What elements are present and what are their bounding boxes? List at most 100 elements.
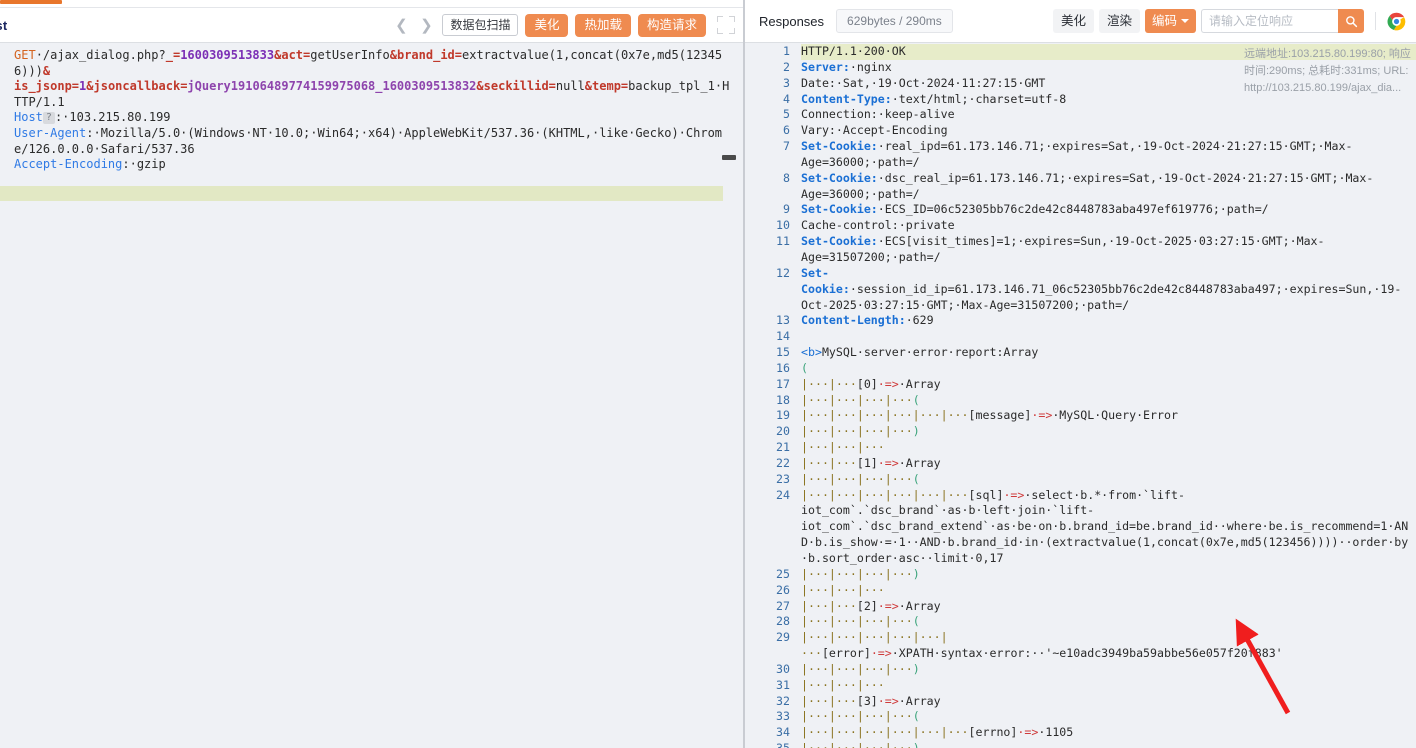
code-token: [1] (856, 455, 878, 470)
line-number: 12 (776, 265, 790, 280)
beautify-button[interactable]: 美化 (525, 13, 569, 37)
param-val-act: getUserInfo (310, 48, 390, 62)
code-token: Set-Cookie: (801, 139, 878, 154)
line-number: 19 (776, 408, 790, 423)
line-content: |···|···|···|···) (801, 424, 1416, 440)
response-lines-container: 1 HTTP/1.1·200·OK 2 Server:·nginx 3 Date:·Sat… (745, 44, 1416, 748)
line-content: Set-Cookie:·session_id_ip=61.173.146.71_… (801, 266, 1416, 314)
response-line: 16 ( (745, 361, 1416, 377)
encoding-dropdown-label: 编码 (1151, 14, 1177, 28)
hot-reload-button[interactable]: 热加载 (575, 13, 631, 37)
response-line: 32 |···|···[3]·=>·Array (745, 694, 1416, 710)
build-request-button[interactable]: 构造请求 (637, 13, 706, 37)
code-token: |···|··· (801, 376, 857, 391)
response-pane-title: Responses (759, 13, 825, 29)
response-render-button[interactable]: 渲染 (1098, 9, 1140, 33)
line-content: Set-Cookie:·real_ipd=61.173.146.71;·expi… (801, 139, 1416, 171)
code-token: |···|···|···|··· (801, 709, 913, 724)
line-number: 25 (776, 566, 790, 581)
response-line: 1 HTTP/1.1·200·OK (745, 44, 1416, 60)
toolbar-divider (1375, 12, 1376, 30)
code-token: ·XPATH·syntax·error:··'~e10adc3949ba59ab… (891, 646, 1283, 661)
active-tab-indicator[interactable] (0, 0, 62, 4)
line-number: 18 (776, 392, 790, 407)
response-line: 26 |···|···|··· (745, 583, 1416, 599)
response-beautify-button[interactable]: 美化 (1052, 9, 1094, 33)
request-highlighted-blank-line (0, 185, 723, 201)
request-line-2: is_jsonp=1&jsoncallback=jQuery1910648977… (0, 79, 745, 110)
code-token: [0] (856, 376, 878, 391)
line-content: |···|···|···|···( (801, 709, 1416, 725)
code-token: ·Array (898, 455, 941, 470)
code-token: Server: (801, 59, 850, 74)
response-line: 15 <b>MySQL·server·error·report:Array (745, 345, 1416, 361)
encoding-dropdown-button[interactable]: 编码 (1144, 9, 1196, 33)
line-content: Set-Cookie:·ECS[visit_times]=1;·expires=… (801, 234, 1416, 266)
code-token: ·=> (877, 693, 899, 708)
code-token: ·ECS_ID=06c52305bb76c2de42c8448783aba497… (877, 202, 1269, 217)
code-token: [message] (968, 408, 1032, 423)
line-number: 23 (776, 471, 790, 486)
response-line: 27 |···|···[2]·=>·Array (745, 599, 1416, 615)
chevron-left-icon[interactable]: ❮ (392, 14, 410, 36)
request-line-host: Host?:·103.215.80.199 (0, 110, 745, 126)
param-key-brandid: brand_id= (396, 48, 462, 62)
response-line: 10 Cache-control:·private (745, 218, 1416, 234)
request-editor[interactable]: GET·/ajax_dialog.php?_=1600309513833 & act… (0, 44, 745, 748)
code-token: Set-Cookie: (801, 234, 878, 249)
line-content: Set-Cookie:·ECS_ID=06c52305bb76c2de42c84… (801, 202, 1416, 218)
code-token: ·629 (905, 313, 934, 328)
response-search-button[interactable] (1338, 9, 1364, 33)
chevron-right-icon[interactable]: ❯ (417, 14, 435, 36)
code-token: ·=> (877, 455, 899, 470)
chrome-browser-icon[interactable] (1387, 12, 1406, 31)
packet-scan-button[interactable]: 数据包扫描 (442, 14, 519, 36)
line-content: Set-Cookie:·dsc_real_ip=61.173.146.71;·e… (801, 171, 1416, 203)
search-icon (1345, 15, 1357, 27)
line-content: Date:·Sat,·19·Oct·2024·11:27:15·GMT (801, 76, 1416, 92)
code-token: ( (912, 471, 920, 486)
response-line: 8 Set-Cookie:·dsc_real_ip=61.173.146.71;·… (745, 171, 1416, 203)
request-scrollbar-thumb[interactable] (722, 155, 736, 160)
request-line-acceptencoding: Accept-Encoding:·gzip (0, 157, 745, 173)
code-token: ) (913, 741, 920, 748)
response-line: 28 |···|···|···|···( (745, 614, 1416, 630)
code-token: [2] (856, 598, 878, 613)
host-help-badge[interactable]: ? (42, 112, 55, 125)
response-line: 14 (745, 329, 1416, 345)
line-number: 11 (776, 234, 790, 249)
code-token: ( (912, 614, 920, 629)
line-number: 34 (776, 725, 790, 740)
header-val-useragent: :·Mozilla/5.0·(Windows·NT·10.0;·Win64;·x… (14, 125, 723, 156)
code-token: ·MySQL·Query·Error (1052, 408, 1178, 423)
code-token: |···|···|···|··· (801, 471, 913, 486)
code-token: ) (912, 661, 920, 676)
line-number: 13 (776, 313, 790, 328)
line-number: 20 (776, 424, 790, 439)
code-token: ·Array (898, 693, 941, 708)
line-content: HTTP/1.1·200·OK (801, 44, 1416, 60)
line-content: Server:·nginx (801, 60, 1416, 76)
response-line: 11 Set-Cookie:·ECS[visit_times]=1;·expire… (745, 234, 1416, 266)
code-token: ·session_id_ip=61.173.146.71_06c52305bb7… (801, 281, 1402, 312)
header-key-host: Host (14, 110, 43, 125)
code-token: Connection:·keep-alive (801, 107, 955, 122)
line-content: Connection:·keep-alive (801, 107, 1416, 123)
http-method: GET (14, 48, 36, 62)
param-key-temp: temp= (592, 79, 629, 94)
code-token: |···|···|···|··· (801, 614, 913, 629)
header-key-useragent: User-Agent (14, 125, 87, 140)
line-content: |···|···|···|···( (801, 472, 1416, 488)
response-line: 6 Vary:·Accept-Encoding (745, 123, 1416, 139)
response-line: 30 |···|···|···|···) (745, 662, 1416, 678)
param-val-seckillid: null (555, 79, 585, 94)
response-search-input[interactable] (1201, 9, 1338, 33)
expand-fullscreen-icon[interactable] (717, 16, 735, 34)
line-number: 14 (776, 329, 790, 344)
line-number: 26 (776, 582, 790, 597)
amp-3: & (42, 63, 51, 78)
request-scrollbar[interactable] (728, 44, 737, 748)
response-editor[interactable]: 1 HTTP/1.1·200·OK 2 Server:·nginx 3 Date:·Sat… (745, 44, 1416, 748)
code-token: |···|···|··· (801, 677, 885, 692)
response-line: 34 |···|···|···|···|···|···[errno]·=>·110… (745, 725, 1416, 741)
